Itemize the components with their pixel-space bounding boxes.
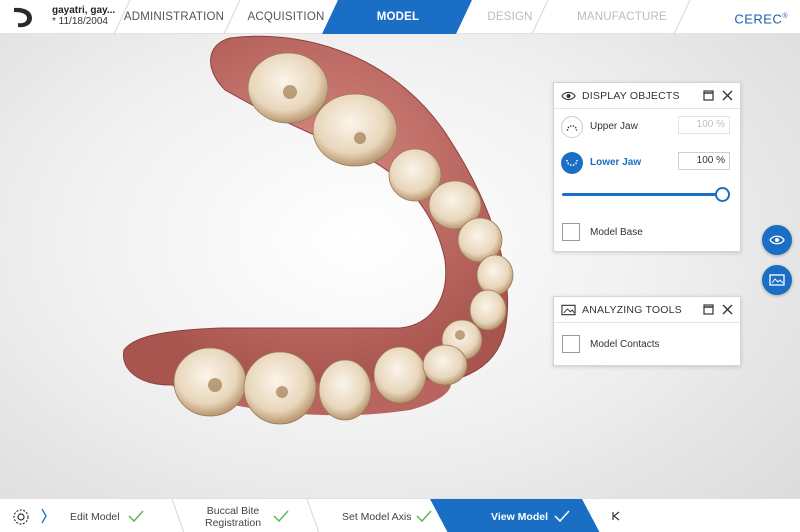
step-separator [306,499,320,532]
tab-acquisition[interactable]: ACQUISITION [232,0,340,34]
dental-model-3d-view[interactable] [110,30,530,470]
step-separator [673,0,691,34]
model-base-checkbox[interactable] [562,223,580,241]
wizard-step-label-line2: Registration [205,517,262,529]
lower-jaw-row[interactable]: Lower Jaw 100 % [554,149,740,179]
patient-name: gayatri, gay... [52,5,116,16]
patient-info[interactable]: gayatri, gay... * 11/18/2004 [52,5,115,27]
step-separator [171,499,185,532]
panel-header: DISPLAY OBJECTS [554,83,740,109]
wizard-bar: Edit Model Buccal Bite Registration Set M… [0,498,800,532]
close-icon[interactable] [721,89,734,102]
check-icon [128,510,144,523]
tab-model[interactable]: MODEL [340,0,456,34]
wizard-step-label: Edit Model [70,511,120,523]
wizard-step-label: Buccal Bite Registration [205,505,261,529]
model-contacts-checkbox[interactable] [562,335,580,353]
panel-title: ANALYZING TOOLS [582,304,682,316]
wizard-step-label: View Model [491,511,548,523]
analyzing-tools-panel: ANALYZING TOOLS Model Contacts [553,296,741,366]
opacity-slider-handle[interactable] [715,187,730,202]
close-icon[interactable] [721,303,734,316]
image-icon [769,274,785,286]
upper-jaw-row[interactable]: Upper Jaw 100 % [554,113,740,143]
brand-registered-mark: ® [782,13,788,20]
analyzing-tools-toggle-button[interactable] [762,265,792,295]
eye-icon [769,235,785,245]
wizard-step-set-model-axis[interactable]: Set Model Axis [330,499,440,532]
wizard-step-label: Set Model Axis [342,511,412,523]
check-icon [416,510,432,523]
skip-to-start-icon[interactable] [610,510,622,522]
check-icon [554,510,570,523]
model-base-label: Model Base [590,227,643,238]
analyze-image-icon [561,304,576,316]
upper-jaw-icon[interactable] [561,116,583,138]
opacity-slider-track[interactable] [562,193,722,196]
wizard-step-view-model[interactable]: View Model [470,499,590,532]
lower-jaw-opacity-field[interactable]: 100 % [678,152,730,170]
wizard-step-buccal-bite-registration[interactable]: Buccal Bite Registration [195,499,305,532]
check-icon [273,510,289,523]
tab-manufacture[interactable]: MANUFACTURE [570,0,674,34]
patient-dob: * 11/18/2004 [52,16,108,27]
panel-title: DISPLAY OBJECTS [582,90,680,102]
tab-administration[interactable]: ADMINISTRATION [120,0,228,34]
lower-jaw-label: Lower Jaw [590,157,642,168]
lower-jaw-icon[interactable] [561,152,583,174]
chevron-right-icon [41,508,47,524]
display-objects-toggle-button[interactable] [762,225,792,255]
tab-design[interactable]: DESIGN [460,0,560,34]
model-contacts-label: Model Contacts [590,339,660,350]
upper-jaw-label: Upper Jaw [590,121,638,132]
maximize-icon[interactable] [702,89,715,102]
wizard-step-edit-model[interactable]: Edit Model [60,499,170,532]
top-bar: gayatri, gay... * 11/18/2004 ADMINISTRAT… [0,0,800,34]
brand-logo: CEREC® [734,0,788,36]
upper-jaw-opacity-field[interactable]: 100 % [678,116,730,134]
maximize-icon[interactable] [702,303,715,316]
brand-name: CEREC [734,11,783,27]
display-objects-panel: DISPLAY OBJECTS Upper Jaw 100 % Lower Ja… [553,82,741,252]
panel-header: ANALYZING TOOLS [554,297,740,323]
settings-gear-icon[interactable] [10,506,32,528]
dentsply-logo[interactable] [10,4,36,30]
wizard-step-label-line1: Buccal Bite [206,505,260,517]
eye-icon [561,91,576,101]
